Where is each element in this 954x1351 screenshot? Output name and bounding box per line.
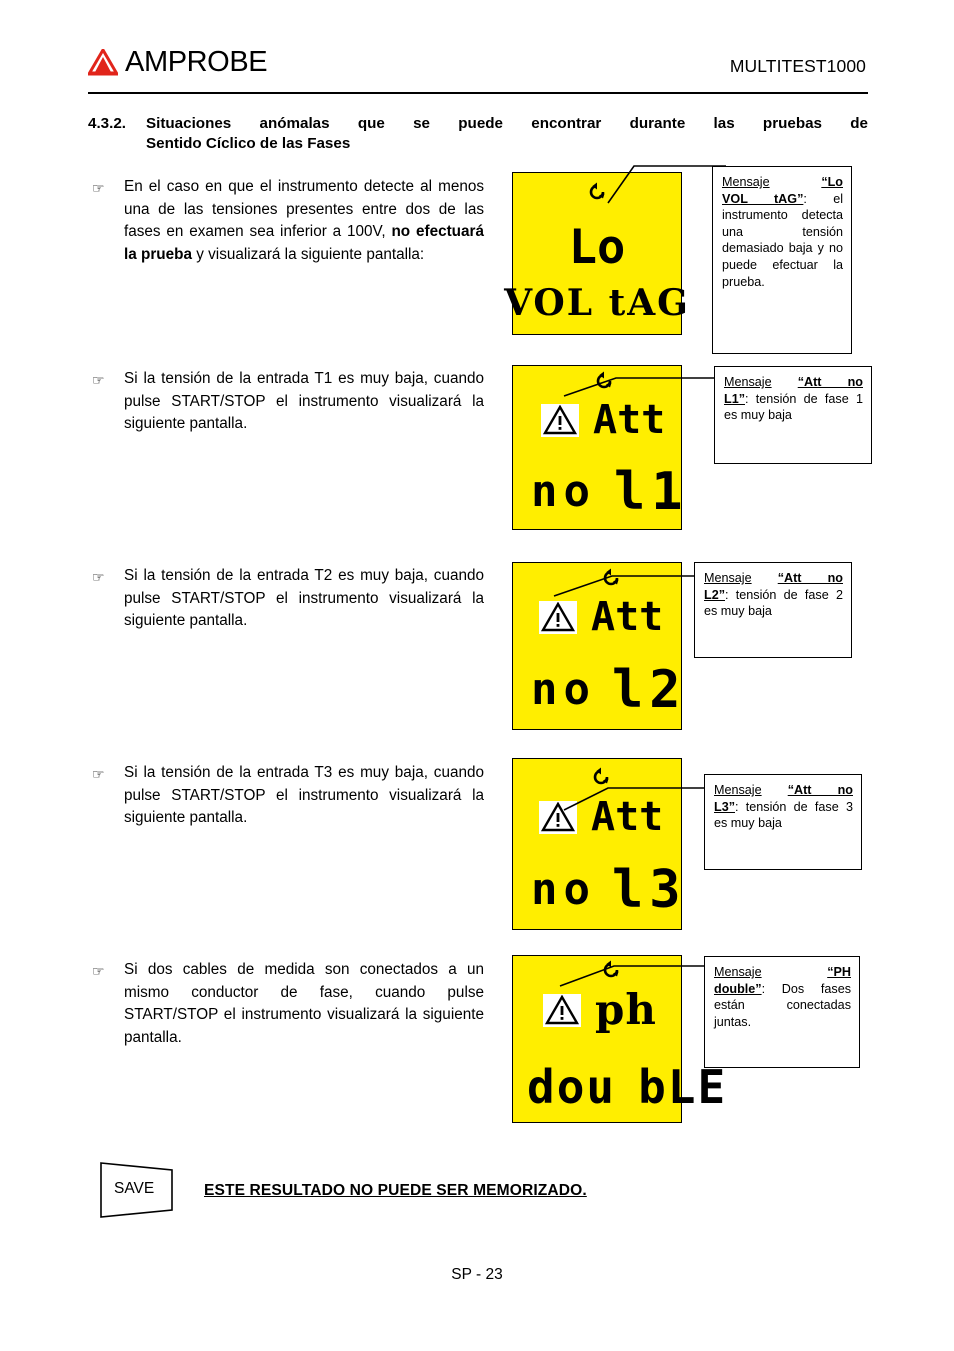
callout-key-part2: L3” xyxy=(714,799,735,814)
lcd-line-2-right: l2 xyxy=(611,660,687,720)
lcd-line-2-right: l1 xyxy=(613,462,689,522)
callout-label: Mensaje xyxy=(704,571,752,585)
callout-label: Mensaje xyxy=(724,375,772,389)
callout-key-part1: “Lo xyxy=(821,175,843,189)
callout-label: Mensaje xyxy=(722,175,770,189)
callout-key-part2: L2” xyxy=(704,587,725,602)
list-item-text: En el caso en que el instrumento detecte… xyxy=(124,178,484,263)
brand-logo: AMPROBE xyxy=(88,46,268,78)
list-item: ☞ Si la tensión de la entrada T2 es muy … xyxy=(92,565,484,633)
page-footer: SP - 23 xyxy=(451,1266,503,1283)
lcd-line-1: Att xyxy=(593,397,666,443)
section-title-line1: Situaciones anómalas que se puede encont… xyxy=(146,115,868,132)
callout-leader-line xyxy=(559,965,704,987)
list-item: ☞ En el caso en que el instrumento detec… xyxy=(92,176,484,266)
brand-name: AMPROBE xyxy=(125,46,268,78)
list-item: ☞ Si dos cables de medida son conectados… xyxy=(92,959,484,1049)
save-note: SAVE ESTE RESULTADO NO PUEDE SER MEMORIZ… xyxy=(100,1162,800,1218)
list-item: ☞ Si la tensión de la entrada T1 es muy … xyxy=(92,368,484,436)
lcd-line-2-right: bLE xyxy=(638,1060,728,1114)
callout-leader-line xyxy=(553,575,698,597)
callout-colon: : xyxy=(725,587,729,602)
page-header: AMPROBE MULTITEST1000 xyxy=(88,46,868,94)
save-note-text: ESTE RESULTADO NO PUEDE SER MEMORIZADO. xyxy=(204,1182,587,1199)
callout-key-part1: “Att no xyxy=(777,571,843,585)
callout-colon: : xyxy=(745,391,749,406)
warning-triangle-icon xyxy=(539,600,577,634)
callout-key-part1: “Att no xyxy=(797,375,863,389)
amprobe-triangle-logo-icon xyxy=(88,49,118,76)
callout-key-part2: double” xyxy=(714,981,762,996)
callout-key-part2: VOL tAG” xyxy=(722,191,804,206)
callout-att-no-l3: Mensaje “Att no L3”: tensión de fase 3 es… xyxy=(704,774,862,870)
save-badge-label: SAVE xyxy=(114,1180,155,1197)
callout-leader-line xyxy=(607,165,726,204)
section-number: 4.3.2. xyxy=(88,115,126,132)
callout-att-no-l1: Mensaje “Att no L1”: tensión de fase 1 es… xyxy=(714,366,872,464)
lcd-line-2-right: l3 xyxy=(611,860,687,920)
callout-label: Mensaje xyxy=(714,965,762,979)
lcd-line-1: Lo xyxy=(568,219,626,275)
list-item: ☞ Si la tensión de la entrada T3 es muy … xyxy=(92,762,484,830)
callout-colon: : xyxy=(735,799,739,814)
warning-triangle-icon xyxy=(543,993,581,1027)
callout-key-part1: “Att no xyxy=(787,783,853,797)
lcd-line-2-left: no xyxy=(531,864,596,915)
lcd-line-1: Att xyxy=(591,594,664,640)
section-title-line2: Sentido Cíclico de las Fases xyxy=(146,135,351,152)
callout-body: el instrumento detecta una tensión demas… xyxy=(722,191,844,289)
callout-colon: : xyxy=(761,981,766,996)
lcd-line-2-left: dou xyxy=(527,1060,617,1114)
pointing-hand-icon: ☞ xyxy=(92,767,105,783)
lcd-line-2-left: no xyxy=(531,664,596,715)
callout-att-no-l2: Mensaje “Att no L2”: tensión de fase 2 es… xyxy=(694,562,852,658)
list-item-text: Si la tensión de la entrada T3 es muy ba… xyxy=(124,764,484,827)
callout-lo-voltag: Mensaje “Lo VOL tAG”: el instrumento dete… xyxy=(712,166,852,354)
pointing-hand-icon: ☞ xyxy=(92,570,105,586)
callout-leader-line xyxy=(563,787,708,811)
lcd-line-2: VOL tAG xyxy=(504,282,690,324)
callout-colon: : xyxy=(803,191,807,206)
list-item-text: Si la tensión de la entrada T1 es muy ba… xyxy=(124,370,484,433)
pointing-hand-icon: ☞ xyxy=(92,181,105,197)
callout-key-part2: L1” xyxy=(724,391,745,406)
pointing-hand-icon: ☞ xyxy=(92,373,105,389)
device-model: MULTITEST1000 xyxy=(729,56,866,76)
list-item-text: Si dos cables de medida son conectados a… xyxy=(124,961,484,1046)
lcd-line-2-left: no xyxy=(531,466,596,517)
warning-triangle-icon xyxy=(541,403,579,437)
section-heading: 4.3.2. Situaciones anómalas que se puede… xyxy=(88,114,868,154)
callout-leader-line xyxy=(563,377,718,397)
callout-key-part1: “PH xyxy=(827,965,851,979)
lcd-line-1: ph xyxy=(595,985,657,1034)
pointing-hand-icon: ☞ xyxy=(92,964,105,980)
callout-ph-double: Mensaje “PH double”: Dos fases están cone… xyxy=(704,956,860,1068)
list-item-text: Si la tensión de la entrada T2 es muy ba… xyxy=(124,567,484,630)
callout-label: Mensaje xyxy=(714,783,762,797)
